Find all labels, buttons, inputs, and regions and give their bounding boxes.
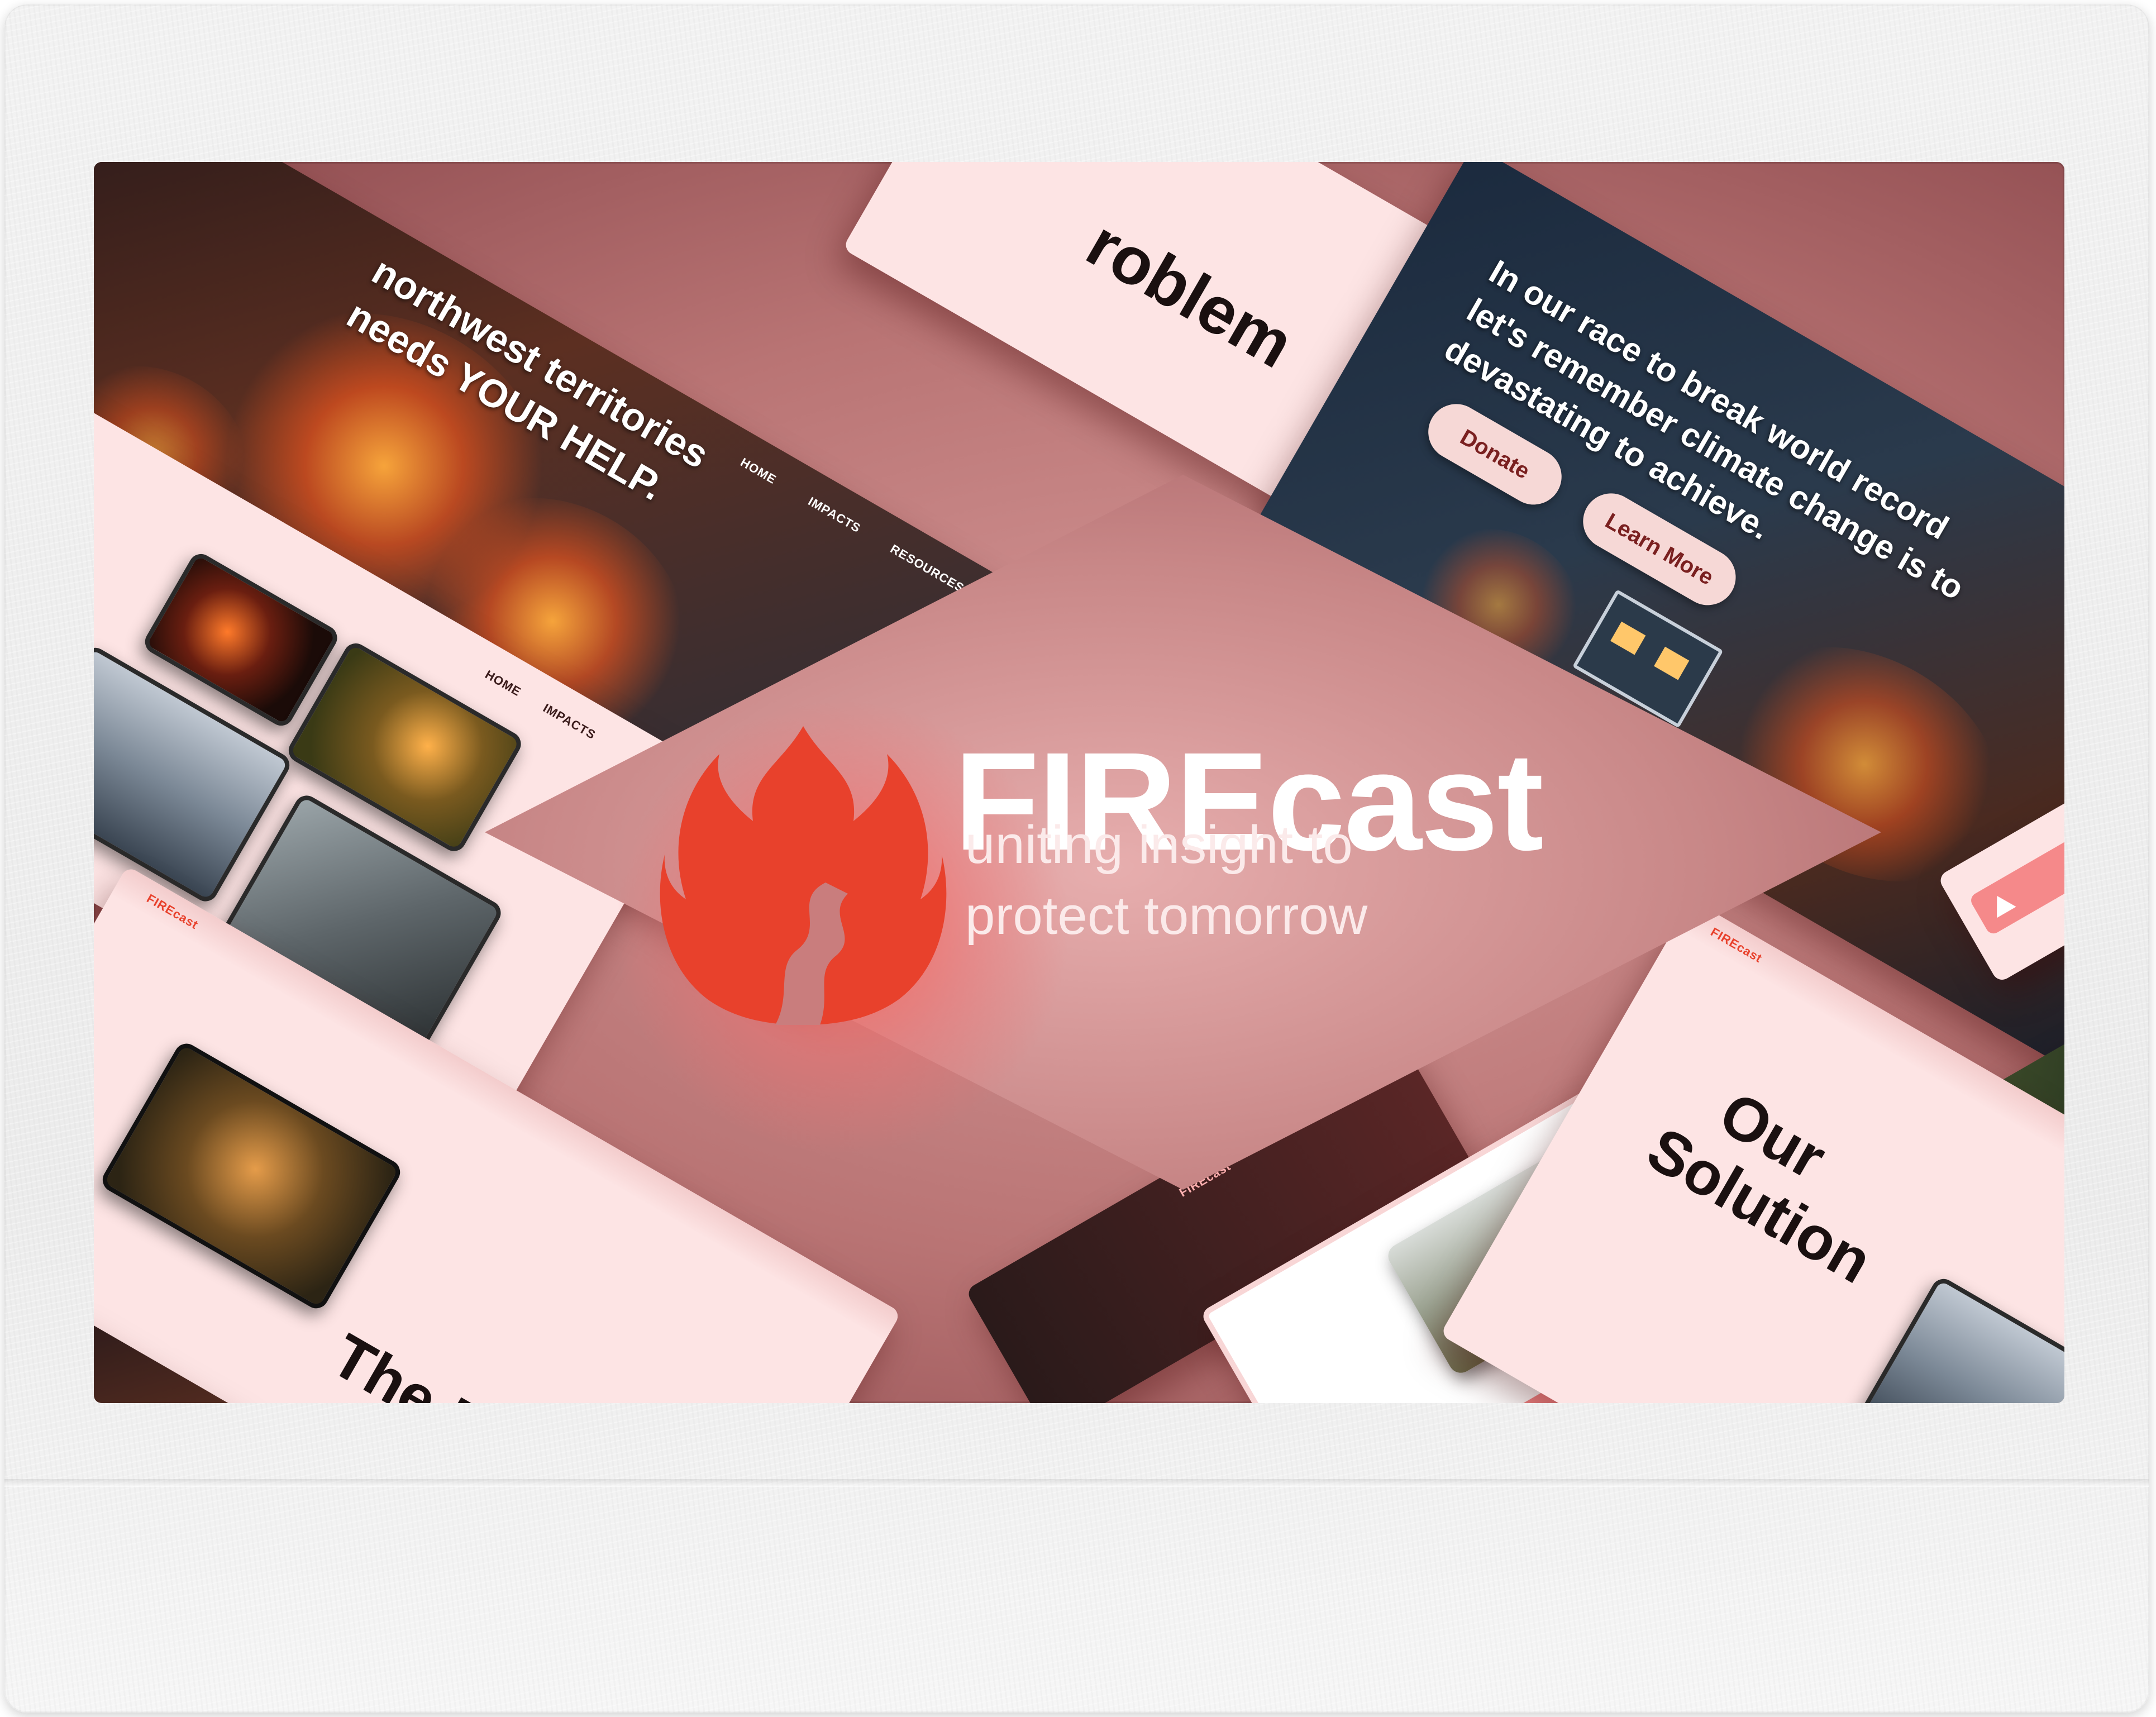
brand-tagline: uniting insight to protect tomorrow — [965, 810, 1367, 951]
grid-nav-home[interactable]: HOME — [483, 667, 523, 700]
nav-item-home[interactable]: HOME — [738, 455, 779, 488]
problem-bottom-title: The Problem — [320, 1320, 678, 1403]
problem-top-title: roblem — [1075, 206, 1306, 383]
flame-road-icon — [660, 726, 947, 1025]
tagline-line-1: uniting insight to — [965, 815, 1353, 875]
polaroid-fold — [4, 1479, 2149, 1487]
grid-nav-impacts[interactable]: IMPACTS — [541, 701, 598, 743]
nav-item-resources[interactable]: RESOURCES — [888, 542, 967, 596]
solution-thumb-lookout — [1855, 1274, 2064, 1403]
collage: HOME IMPACTS RESOURCES MORE northwest te… — [94, 162, 2064, 1403]
tagline-line-2: protect tomorrow — [965, 885, 1368, 946]
polaroid-frame: HOME IMPACTS RESOURCES MORE northwest te… — [4, 4, 2149, 1713]
warning-icon-2 — [1987, 890, 2016, 918]
photo-window: HOME IMPACTS RESOURCES MORE northwest te… — [94, 162, 2064, 1403]
phone-fire-image — [98, 1039, 405, 1313]
nav-item-impacts[interactable]: IMPACTS — [805, 494, 864, 536]
